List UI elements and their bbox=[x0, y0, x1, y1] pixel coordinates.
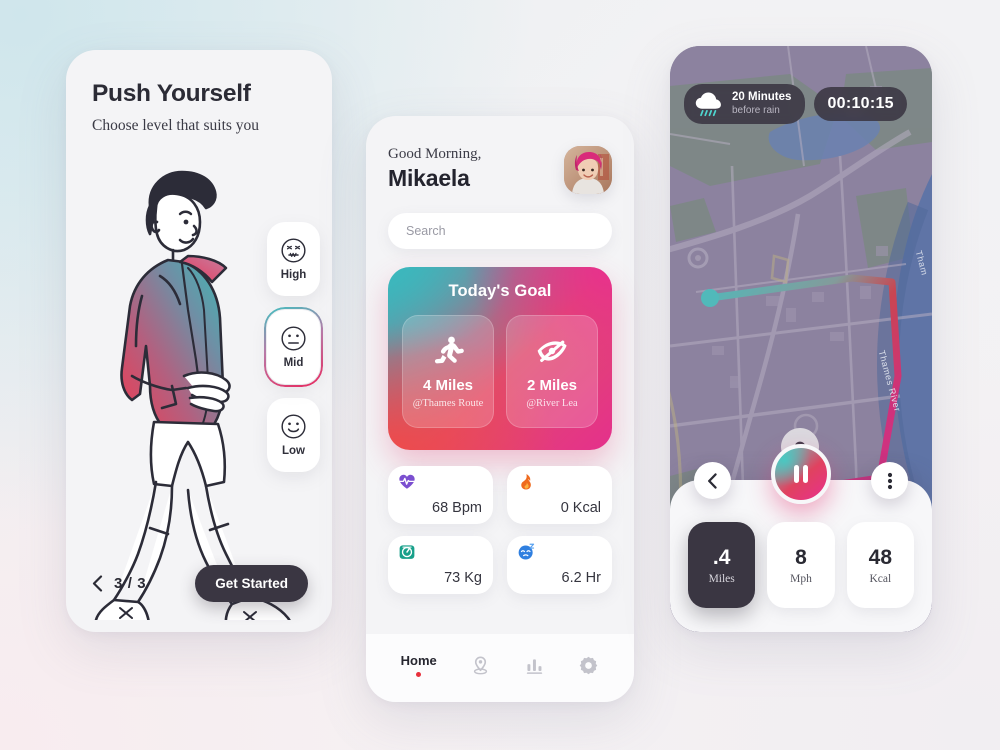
greeting-text: Good Morning, bbox=[388, 146, 482, 162]
search-field[interactable] bbox=[388, 213, 612, 249]
level-option-low[interactable]: Low bbox=[267, 398, 320, 472]
level-label: Mid bbox=[283, 357, 304, 369]
greeting-block: Good Morning, Mikaela bbox=[388, 146, 481, 192]
metric-value: 8 bbox=[795, 545, 807, 569]
smiling-face-icon bbox=[281, 414, 306, 439]
stat-card-weight[interactable]: 73 Kg bbox=[388, 536, 493, 594]
level-option-mid[interactable]: Mid bbox=[260, 303, 327, 391]
more-options-icon bbox=[887, 472, 892, 489]
pagination: 3 / 3 bbox=[92, 575, 146, 592]
level-option-high[interactable]: High bbox=[267, 222, 320, 296]
tab-label: Home bbox=[400, 653, 437, 668]
app-mockup-stage: Push Yourself Choose level that suits yo… bbox=[0, 0, 1000, 750]
weather-text: 20 Minutes before rain bbox=[732, 91, 791, 117]
location-pin-icon bbox=[473, 655, 488, 674]
flame-icon bbox=[521, 474, 531, 490]
metric-unit: Miles bbox=[708, 572, 735, 585]
stat-card-heartrate[interactable]: 68 Bpm bbox=[388, 466, 493, 524]
tab-settings[interactable] bbox=[578, 655, 599, 676]
bottom-tab-bar: Home bbox=[366, 634, 634, 702]
metrics-row: .4 Miles 8 Mph 48 Kcal bbox=[688, 522, 914, 608]
goal-tile-location: @River Lea bbox=[526, 398, 578, 409]
greeting-row: Good Morning, Mikaela bbox=[388, 146, 612, 194]
strained-face-icon bbox=[281, 238, 306, 263]
timer-pill: 00:10:15 bbox=[814, 87, 907, 122]
avatar[interactable] bbox=[564, 146, 612, 194]
search-input[interactable] bbox=[406, 224, 594, 238]
stat-value: 68 Bpm bbox=[432, 500, 482, 516]
tab-home[interactable]: Home bbox=[401, 653, 437, 677]
heart-pulse-icon bbox=[399, 474, 415, 489]
goal-tile-location: @Thames Route bbox=[412, 398, 484, 409]
level-label: Low bbox=[282, 445, 305, 457]
stat-value: 6.2 Hr bbox=[561, 570, 602, 586]
goal-tile-kayak[interactable]: 2 Miles @River Lea bbox=[506, 315, 598, 428]
metric-mph[interactable]: 8 Mph bbox=[767, 522, 835, 608]
weather-pill[interactable]: 20 Minutes before rain bbox=[684, 84, 806, 125]
pause-button[interactable] bbox=[771, 444, 831, 504]
weather-primary: 20 Minutes bbox=[732, 91, 792, 103]
home-card: Good Morning, Mikaela Search Today's Goa… bbox=[366, 116, 634, 702]
bar-chart-icon bbox=[527, 658, 543, 674]
onboarding-footer: 3 / 3 Get Started bbox=[92, 565, 308, 602]
rain-cloud-icon bbox=[695, 92, 721, 117]
metric-unit: Mph bbox=[790, 572, 812, 585]
level-selector: High Mid Low bbox=[260, 222, 327, 472]
gear-icon bbox=[580, 656, 598, 674]
back-button[interactable] bbox=[694, 462, 731, 499]
onboarding-card: Push Yourself Choose level that suits yo… bbox=[66, 50, 332, 632]
goal-tile-running[interactable]: 4 Miles @Thames Route bbox=[402, 315, 494, 428]
page-title: Push Yourself bbox=[92, 80, 251, 107]
more-options-button[interactable] bbox=[871, 462, 908, 499]
tab-location[interactable] bbox=[470, 655, 491, 676]
weather-secondary: before rain bbox=[732, 104, 780, 116]
tab-stats[interactable] bbox=[524, 655, 545, 676]
map-top-bar: 20 Minutes before rain 00:10:15 bbox=[684, 84, 918, 125]
goal-title: Today's Goal bbox=[448, 282, 552, 300]
stat-card-calories[interactable]: 0 Kcal bbox=[507, 466, 612, 524]
active-tab-dot bbox=[416, 672, 422, 677]
stat-value: 0 Kcal bbox=[560, 500, 601, 516]
stats-grid: 68 Bpm 0 Kcal 73 Kg 6.2 Hr bbox=[388, 466, 612, 594]
avatar-photo bbox=[564, 146, 612, 194]
metric-value: .4 bbox=[712, 545, 731, 569]
sleeping-face-icon bbox=[518, 543, 535, 560]
goal-tiles: 4 Miles @Thames Route 2 Miles @River Lea bbox=[402, 315, 598, 428]
page-indicator: 3 / 3 bbox=[114, 575, 147, 592]
stat-value: 73 Kg bbox=[444, 570, 482, 586]
page-subtitle: Choose level that suits you bbox=[92, 117, 260, 134]
user-name: Mikaela bbox=[388, 165, 470, 191]
tracker-bottom-sheet: .4 Miles 8 Mph 48 Kcal bbox=[670, 444, 932, 632]
metric-unit: Kcal bbox=[869, 572, 892, 585]
weight-scale-icon bbox=[399, 545, 415, 559]
back-chevron-icon[interactable] bbox=[92, 575, 103, 592]
neutral-face-icon bbox=[281, 326, 306, 351]
tracker-card: Thames River Tham 20 Minutes before rain bbox=[670, 46, 932, 632]
metric-miles[interactable]: .4 Miles bbox=[688, 522, 756, 608]
stat-card-sleep[interactable]: 6.2 Hr bbox=[507, 536, 612, 594]
level-label: High bbox=[280, 269, 307, 281]
running-icon bbox=[434, 336, 464, 364]
pause-icon bbox=[794, 465, 808, 483]
get-started-button[interactable]: Get Started bbox=[195, 565, 308, 602]
goal-tile-value: 4 Miles bbox=[422, 377, 474, 394]
kayak-icon bbox=[537, 340, 567, 362]
metric-value: 48 bbox=[868, 545, 892, 569]
todays-goal-card: Today's Goal 4 Miles @Thames Route 2 Mil… bbox=[388, 267, 612, 450]
back-chevron-icon bbox=[708, 472, 717, 489]
goal-tile-value: 2 Miles bbox=[526, 377, 578, 394]
metric-kcal[interactable]: 48 Kcal bbox=[846, 522, 914, 608]
